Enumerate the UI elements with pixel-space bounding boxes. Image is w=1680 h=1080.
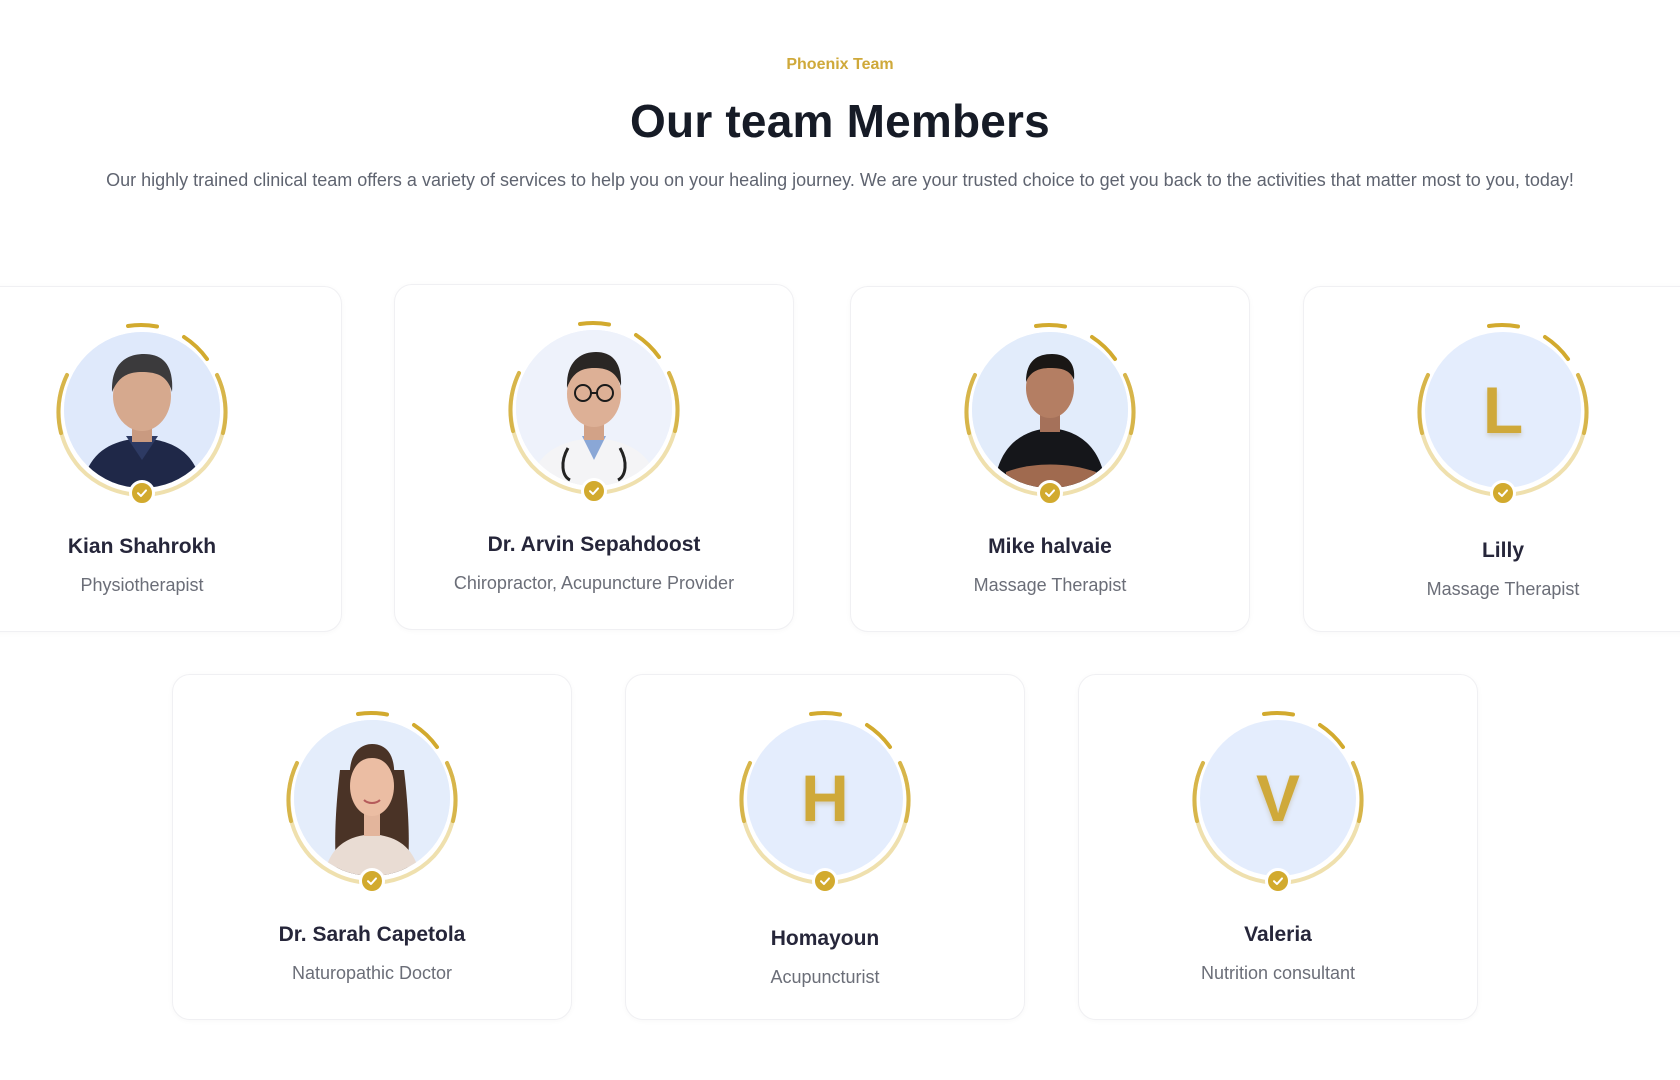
member-name: Dr. Sarah Capetola: [278, 923, 466, 946]
verified-check-icon: [1265, 868, 1291, 894]
verified-check-icon: [1037, 480, 1063, 506]
team-card-kian-shahrokh[interactable]: Kian Shahrokh Physiotherapist: [0, 286, 342, 632]
member-name: Mike halvaie: [988, 535, 1112, 558]
avatar-frame: H: [730, 703, 920, 894]
member-role: Massage Therapist: [1426, 579, 1580, 599]
member-role: Physiotherapist: [80, 575, 204, 595]
member-name: Kian Shahrokh: [67, 535, 217, 558]
avatar-frame: L: [1408, 315, 1598, 506]
verified-check-icon: [581, 478, 607, 504]
member-name: Valeria: [1244, 923, 1312, 946]
person-photo-icon: [64, 332, 220, 488]
avatar-frame: [955, 315, 1145, 506]
member-role: Chiropractor, Acupuncture Provider: [453, 573, 735, 593]
avatar-photo: [516, 330, 672, 486]
verified-check-icon: [1490, 480, 1516, 506]
member-role: Naturopathic Doctor: [291, 963, 453, 983]
team-card-valeria[interactable]: V Valeria Nutrition consultant: [1078, 674, 1478, 1020]
avatar-frame: V: [1183, 703, 1373, 894]
avatar-frame: [277, 703, 467, 894]
team-card-lilly[interactable]: L Lilly Massage Therapist: [1303, 286, 1680, 632]
verified-check-icon: [359, 868, 385, 894]
avatar-initial-letter: V: [1255, 761, 1301, 835]
section-title: Our team Members: [630, 95, 1050, 147]
member-name: Lilly: [1481, 539, 1524, 562]
person-photo-icon: [294, 720, 450, 876]
team-card-mike-halvaie[interactable]: Mike halvaie Massage Therapist: [850, 286, 1250, 632]
member-role: Massage Therapist: [973, 575, 1127, 595]
team-card-arvin-sepahdoost[interactable]: Dr. Arvin Sepahdoost Chiropractor, Acupu…: [394, 284, 794, 630]
member-name: Dr. Arvin Sepahdoost: [487, 533, 701, 556]
avatar-frame: [499, 313, 689, 504]
avatar-photo: [64, 332, 220, 488]
avatar-initial: V: [1200, 720, 1356, 876]
person-photo-icon: [516, 330, 672, 486]
avatar-initial: H: [747, 720, 903, 876]
member-role: Acupuncturist: [770, 967, 880, 987]
verified-check-icon: [129, 480, 155, 506]
member-name: Homayoun: [770, 927, 880, 950]
team-card-homayoun[interactable]: H Homayoun Acupuncturist: [625, 674, 1025, 1020]
verified-check-icon: [812, 868, 838, 894]
avatar-frame: [47, 315, 237, 506]
avatar-initial-letter: H: [801, 761, 849, 835]
avatar-photo: [294, 720, 450, 876]
avatar-initial: L: [1425, 332, 1581, 488]
team-card-sarah-capetola[interactable]: Dr. Sarah Capetola Naturopathic Doctor: [172, 674, 572, 1020]
avatar-photo: [972, 332, 1128, 488]
person-photo-icon: [972, 332, 1128, 488]
section-description: Our highly trained clinical team offers …: [106, 170, 1574, 190]
member-role: Nutrition consultant: [1200, 963, 1356, 983]
avatar-initial-letter: L: [1482, 373, 1524, 447]
section-eyebrow: Phoenix Team: [786, 56, 894, 73]
